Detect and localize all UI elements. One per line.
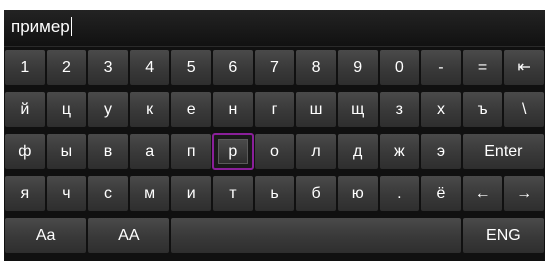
key-8[interactable]: 8 [295,49,337,86]
selected-key-face: р [218,139,248,164]
key-4[interactable]: 4 [128,49,171,86]
key-я[interactable]: я [4,175,46,212]
key-3[interactable]: 3 [87,49,129,86]
key-а[interactable]: а [128,133,171,170]
key-6[interactable]: 6 [212,49,254,86]
backslash-key[interactable]: \ [503,91,545,128]
space-key[interactable] [170,217,462,254]
key-с[interactable]: с [87,175,129,212]
key-1[interactable]: 1 [4,49,46,86]
language-key[interactable]: ENG [461,217,545,254]
key-и[interactable]: и [170,175,213,212]
key-9[interactable]: 9 [336,49,379,86]
key-ж[interactable]: ж [378,133,421,170]
key-ц[interactable]: ц [45,91,88,128]
key-ё[interactable]: ё [420,175,462,212]
key-о[interactable]: о [253,133,296,170]
key-у[interactable]: у [87,91,129,128]
key-ч[interactable]: ч [45,175,88,212]
text-input-bar[interactable]: пример [4,10,545,47]
key-5[interactable]: 5 [170,49,213,86]
key-ш[interactable]: ш [295,91,337,128]
key-н[interactable]: н [212,91,254,128]
backspace-key[interactable]: ⇤ [503,49,545,86]
key-ю[interactable]: ю [336,175,379,212]
arrow-right-key[interactable]: → [503,175,545,212]
key-ь[interactable]: ь [253,175,296,212]
key-е[interactable]: е [170,91,213,128]
key-з[interactable]: з [378,91,421,128]
key-б[interactable]: б [295,175,337,212]
minus-key[interactable]: - [420,49,462,86]
enter-key[interactable]: Enter [461,133,545,170]
key-х[interactable]: х [420,91,462,128]
key-т[interactable]: т [212,175,254,212]
key-7[interactable]: 7 [253,49,296,86]
text-cursor [70,17,72,36]
arrow-left-key[interactable]: ← [461,175,504,212]
equals-key[interactable]: = [461,49,504,86]
caps-key[interactable]: AA [87,217,171,254]
key-в[interactable]: в [87,133,129,170]
key-п[interactable]: п [170,133,213,170]
key-ъ[interactable]: ъ [461,91,504,128]
key-й[interactable]: й [4,91,46,128]
key-ы[interactable]: ы [45,133,88,170]
key-р[interactable]: р [212,133,254,170]
key-щ[interactable]: щ [336,91,379,128]
shift-key[interactable]: Aa [4,217,88,254]
key-э[interactable]: э [420,133,462,170]
key-л[interactable]: л [295,133,337,170]
input-text: пример [11,17,72,36]
key-0[interactable]: 0 [378,49,421,86]
key-к[interactable]: к [128,91,171,128]
key-д[interactable]: д [336,133,379,170]
key-г[interactable]: г [253,91,296,128]
key-2[interactable]: 2 [45,49,88,86]
period-key[interactable]: . [378,175,421,212]
key-ф[interactable]: ф [4,133,46,170]
key-м[interactable]: м [128,175,171,212]
